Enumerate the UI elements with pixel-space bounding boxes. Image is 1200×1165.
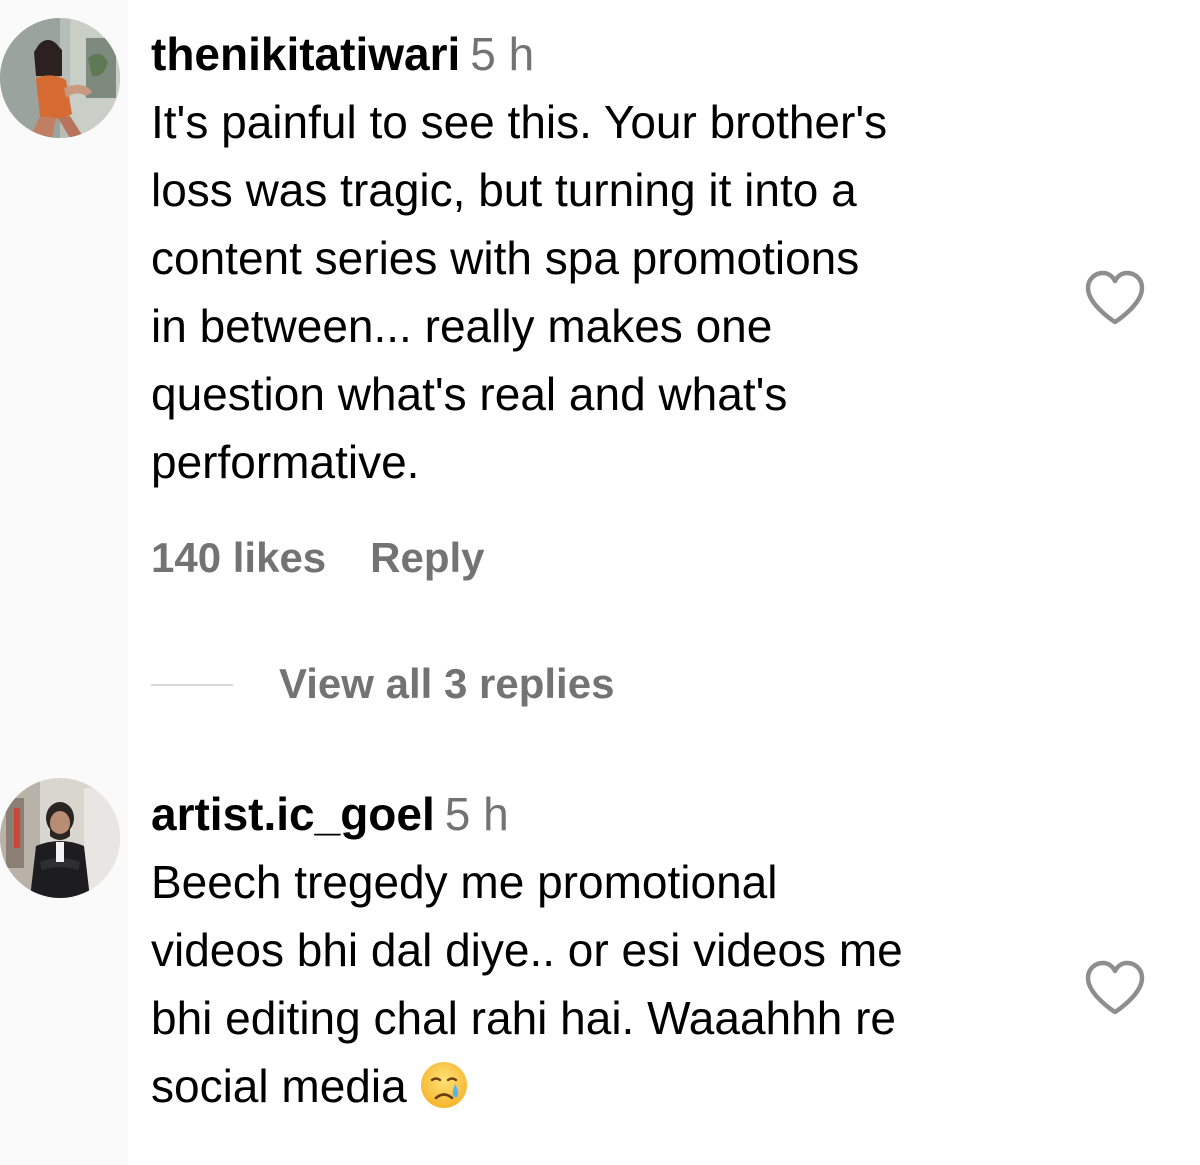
comment-meta: 140 likes Reply (151, 532, 1071, 584)
comment-text-line: in between... really makes one (151, 300, 773, 352)
likes-count[interactable]: 140 likes (151, 534, 326, 581)
comment-header: thenikitatiwari 5 h (151, 26, 1071, 82)
heart-outline-icon[interactable] (1084, 960, 1146, 1016)
comment-text-line: content series with spa promotions (151, 232, 860, 284)
comment-text-line: It's painful to see this. Your brother's (151, 96, 888, 148)
comment-text: It's painful to see this. Your brother's… (151, 88, 1071, 496)
comment-body: thenikitatiwari 5 h It's painful to see t… (151, 26, 1071, 584)
comment-timestamp[interactable]: 5 h (445, 788, 509, 840)
comment-text-line: performative. (151, 436, 420, 488)
comment-body: artist.ic_goel 5 h Beech tregedy me promo… (151, 786, 1071, 1120)
comment-text-line: Beech tregedy me promotional (151, 856, 778, 908)
crying-face-emoji-icon (420, 1062, 467, 1108)
comment-text-fragment: social media (151, 1060, 407, 1112)
view-replies-link[interactable]: View all 3 replies (279, 658, 614, 710)
avatar[interactable] (0, 778, 120, 898)
reply-button[interactable]: Reply (370, 534, 484, 581)
comment-text-line: videos bhi dal diye.. or esi videos me (151, 924, 903, 976)
comment-text-line: social media (151, 1052, 1071, 1120)
comment-header: artist.ic_goel 5 h (151, 786, 1071, 842)
heart-outline-icon[interactable] (1084, 270, 1146, 326)
comment-username[interactable]: artist.ic_goel (151, 788, 435, 840)
comment-text-line: question what's real and what's (151, 368, 788, 420)
comment-text: Beech tregedy me promotional videos bhi … (151, 848, 1071, 1120)
avatar-image (0, 778, 120, 898)
avatar[interactable] (0, 18, 120, 138)
left-margin-strip (0, 0, 128, 1165)
comment-text-line: bhi editing chal rahi hai. Waaahhh re (151, 992, 896, 1044)
comment-username[interactable]: thenikitatiwari (151, 28, 460, 80)
comment-timestamp[interactable]: 5 h (470, 28, 534, 80)
avatar-image (0, 18, 120, 138)
comments-panel: thenikitatiwari 5 h It's painful to see t… (0, 0, 1200, 1165)
replies-divider (151, 684, 233, 686)
comment-text-line: loss was tragic, but turning it into a (151, 164, 857, 216)
